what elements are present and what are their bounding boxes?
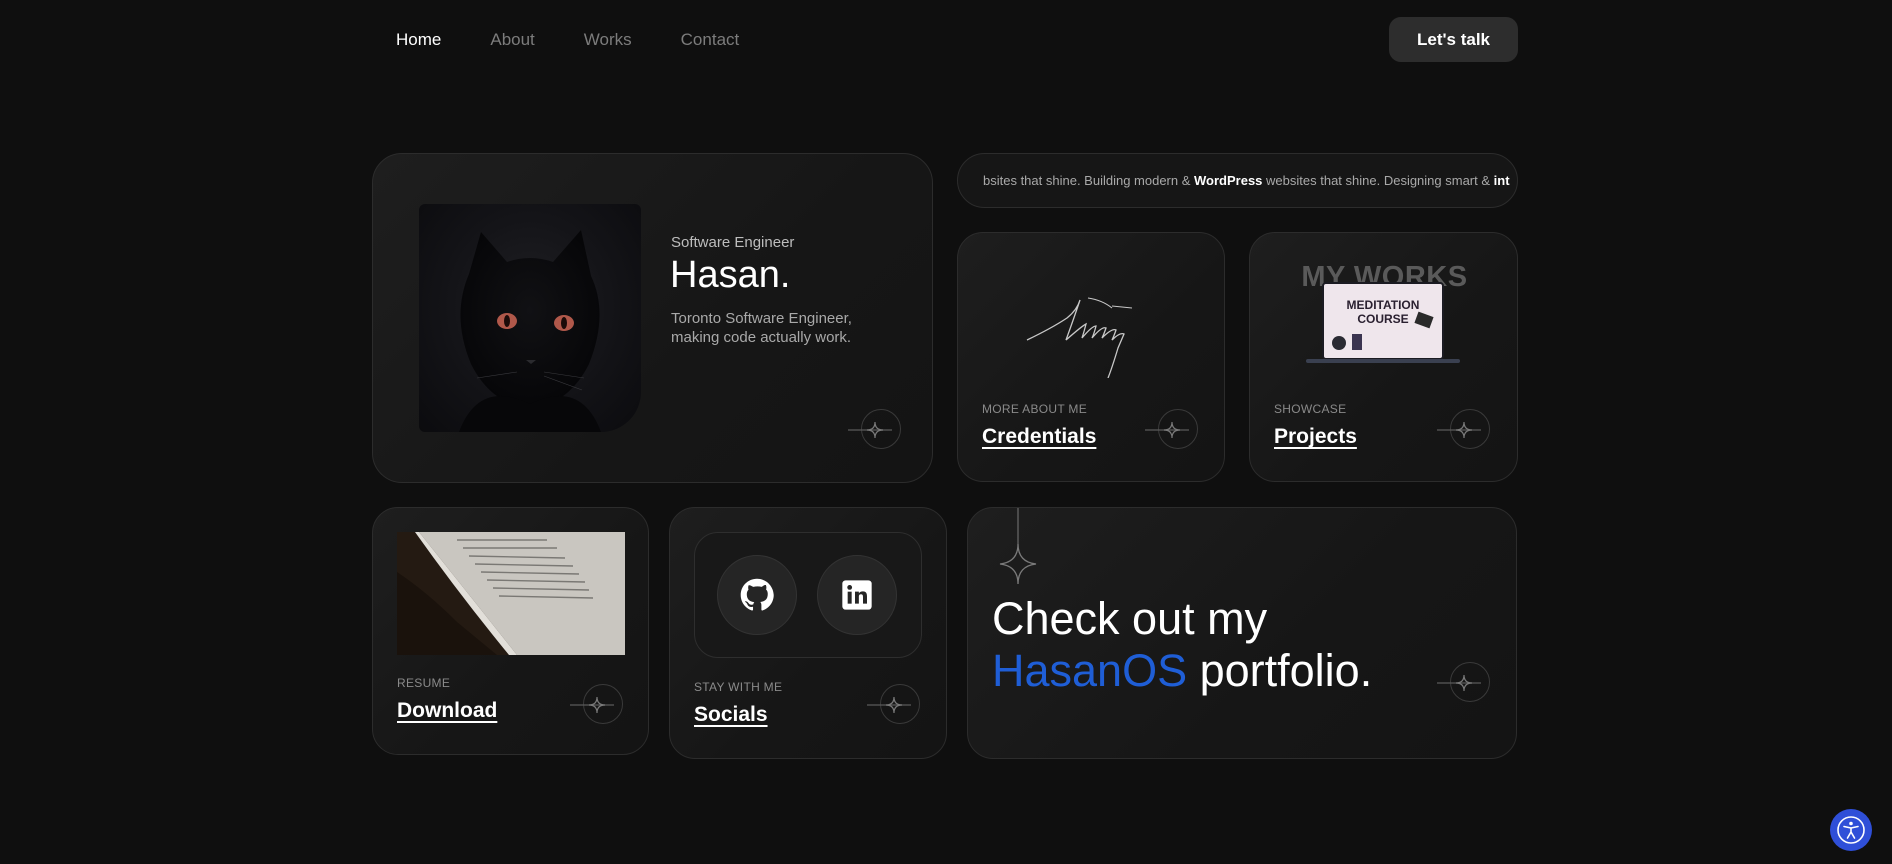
nav-contact-link[interactable]: Contact: [681, 30, 740, 50]
cta-accent-text: HasanOS: [992, 645, 1188, 696]
linkedin-button[interactable]: [817, 555, 897, 635]
socials-card[interactable]: STAY WITH ME Socials: [669, 507, 947, 759]
profile-photo: [419, 204, 641, 432]
accessibility-icon: [1837, 816, 1865, 844]
linkedin-icon: [842, 580, 872, 610]
socials-eyebrow: STAY WITH ME: [694, 680, 783, 694]
github-button[interactable]: [717, 555, 797, 635]
credentials-eyebrow: MORE ABOUT ME: [982, 402, 1088, 416]
paper-document-photo: [397, 532, 625, 655]
sparkle-icon: [999, 508, 1037, 585]
social-icons-panel: [694, 532, 922, 658]
credentials-link[interactable]: Credentials: [982, 425, 1096, 449]
credentials-card[interactable]: MORE ABOUT ME Credentials: [957, 232, 1225, 482]
signature-icon: [1026, 297, 1133, 378]
profile-card[interactable]: Software Engineer Hasan. Toronto Softwar…: [372, 153, 933, 483]
projects-arrow-icon[interactable]: [1437, 409, 1490, 449]
nav-home-link[interactable]: Home: [396, 30, 441, 50]
profile-arrow-icon[interactable]: [848, 409, 901, 449]
projects-eyebrow: SHOWCASE: [1274, 402, 1347, 416]
profile-description: Toronto Software Engineer, making code a…: [671, 310, 852, 346]
ticker-text-1: bsites that shine. Building modern &: [983, 173, 1195, 188]
projects-card[interactable]: MY WORKS MEDITATION COURSE SHOWCASE Proj…: [1249, 232, 1518, 482]
ticker-text-3: websites that shine. Designing smart &: [1262, 173, 1494, 188]
laptop-mockup: MEDITATION COURSE: [1322, 282, 1444, 360]
socials-link[interactable]: Socials: [694, 703, 768, 727]
ticker-text-2: WordPress: [1194, 173, 1263, 188]
profile-name: Hasan.: [670, 254, 791, 296]
cta-headline: Check out my HasanOS portfolio.: [992, 593, 1372, 697]
nav-works-link[interactable]: Works: [584, 30, 632, 50]
main-nav: Home About Works Contact: [396, 30, 739, 50]
projects-link[interactable]: Projects: [1274, 425, 1357, 449]
cta-arrow-icon[interactable]: [1437, 662, 1490, 702]
resume-download-link[interactable]: Download: [397, 699, 497, 723]
ticker-text-4: int: [1493, 173, 1510, 188]
cta-line-2: HasanOS portfolio.: [992, 645, 1372, 697]
black-cat-photo: [459, 230, 601, 432]
hasanos-cta-card[interactable]: Check out my HasanOS portfolio.: [967, 507, 1517, 759]
github-icon: [740, 578, 774, 611]
credentials-arrow-icon[interactable]: [1145, 409, 1198, 449]
laptop-screen-line-1: MEDITATION: [1346, 298, 1420, 312]
socials-arrow-icon[interactable]: [867, 684, 920, 724]
resume-card[interactable]: RESUME Download: [372, 507, 649, 755]
resume-eyebrow: RESUME: [397, 676, 451, 690]
cta-line-1: Check out my: [992, 593, 1268, 644]
accessibility-button[interactable]: [1830, 809, 1872, 851]
skills-ticker: bsites that shine. Building modern & Wor…: [957, 153, 1518, 208]
cta-line-2-rest: portfolio.: [1187, 645, 1373, 696]
nav-about-link[interactable]: About: [490, 30, 534, 50]
profile-role: Software Engineer: [671, 234, 795, 251]
lets-talk-button[interactable]: Let's talk: [1389, 17, 1518, 62]
resume-arrow-icon[interactable]: [570, 684, 623, 724]
